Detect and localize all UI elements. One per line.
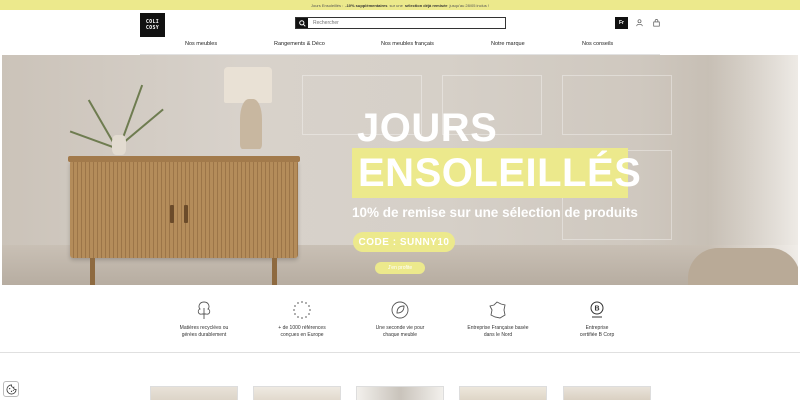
nav-item-marque[interactable]: Notre marque [491, 41, 525, 47]
sideboard [68, 156, 300, 258]
vase [112, 135, 126, 155]
feature-line-1: + de 1000 références [278, 325, 326, 331]
pouf [688, 248, 798, 285]
second-life-icon [388, 298, 412, 322]
feature-line-2: conçues en Europe [280, 332, 324, 338]
hero-cta-button[interactable]: J'en profite [375, 262, 425, 274]
hero-title-line-1: JOURS [357, 106, 498, 150]
logo-text: COLI COSY [145, 19, 160, 31]
search-input[interactable] [308, 18, 505, 28]
announcement-bold-1: -10% supplémentaires [345, 2, 388, 8]
cookie-icon [6, 384, 16, 394]
nav-item-meubles-francais[interactable]: Nos meubles français [381, 41, 434, 47]
feature-line-1: Une seconde vie pour [375, 325, 425, 331]
europe-stars-icon [290, 298, 314, 322]
account-button[interactable] [634, 18, 644, 28]
user-icon [635, 19, 643, 27]
cookie-settings-button[interactable] [3, 381, 19, 397]
feature-line-1: Entreprise [585, 325, 609, 331]
feature-line-1: Entreprise Française basée [467, 325, 529, 331]
promo-code-badge: CODE : SUNNY10 [353, 232, 455, 252]
main-nav: Nos meubles Rangements & Déco Nos meuble… [140, 36, 660, 55]
product-thumbnail[interactable] [150, 386, 238, 400]
announcement-bar: Jours Ensoleillés : -10% supplémentaires… [0, 0, 800, 10]
product-thumbnail[interactable] [356, 386, 444, 400]
feature-second-life: Une seconde vie pour chaque meuble [360, 298, 440, 339]
feature-line-2: gérées durablement [181, 332, 227, 338]
language-selector[interactable]: Fr [615, 17, 628, 29]
feature-french: Entreprise Française basée dans le Nord [458, 298, 538, 339]
nav-item-conseils[interactable]: Nos conseils [582, 41, 613, 47]
logo[interactable]: COLI COSY [140, 13, 165, 37]
lamp-base [240, 99, 262, 149]
hero-subtitle: 10% de remise sur une sélection de produ… [352, 205, 638, 220]
sideboard-top [68, 156, 300, 162]
svg-text:B: B [594, 306, 599, 313]
feature-recycled: Matières recyclées ou gérées durablement [164, 298, 244, 339]
product-thumbnail[interactable] [459, 386, 547, 400]
search-icon [298, 19, 306, 27]
promo-code: CODE : SUNNY10 [358, 236, 450, 248]
france-map-icon [486, 298, 510, 322]
feature-line-2: dans le Nord [483, 332, 513, 338]
product-thumbnail[interactable] [563, 386, 651, 400]
section-divider [0, 352, 800, 353]
search-bar [295, 17, 506, 29]
sideboard-leg [90, 258, 95, 285]
feature-bcorp: B Entreprise certifiée B Corp [557, 298, 637, 339]
announcement-middle: sur une [389, 2, 403, 8]
sideboard-leg [272, 258, 277, 285]
bag-icon [652, 19, 660, 27]
feature-line-1: Matières recyclées ou [179, 325, 229, 331]
nav-item-rangements[interactable]: Rangements & Déco [274, 41, 325, 47]
announcement-suffix: jusqu'au 28/05 inclus ! [449, 2, 489, 8]
nav-item-meubles[interactable]: Nos meubles [185, 41, 217, 47]
announcement-bold-2: sélection déjà remisée [404, 2, 448, 8]
product-thumbnail[interactable] [253, 386, 341, 400]
language-label: Fr [619, 20, 624, 26]
b-corp-icon: B [585, 298, 609, 322]
cart-button[interactable] [651, 18, 661, 28]
sideboard-handle [184, 205, 188, 223]
recycled-tree-icon [192, 298, 216, 322]
wall-panel [562, 75, 672, 135]
feature-line-2: chaque meuble [382, 332, 418, 338]
sideboard-handle [170, 205, 174, 223]
feature-line-2: certifiée B Corp [579, 332, 615, 338]
search-button[interactable] [296, 18, 308, 28]
hero-title-line-2: ENSOLEILLÉS [358, 151, 642, 195]
hero-cta-label: J'en profite [387, 265, 413, 271]
feature-europe: + de 1000 références conçues en Europe [262, 298, 342, 339]
lamp-shade [224, 67, 272, 103]
announcement-prefix: Jours Ensoleillés : [310, 2, 344, 8]
